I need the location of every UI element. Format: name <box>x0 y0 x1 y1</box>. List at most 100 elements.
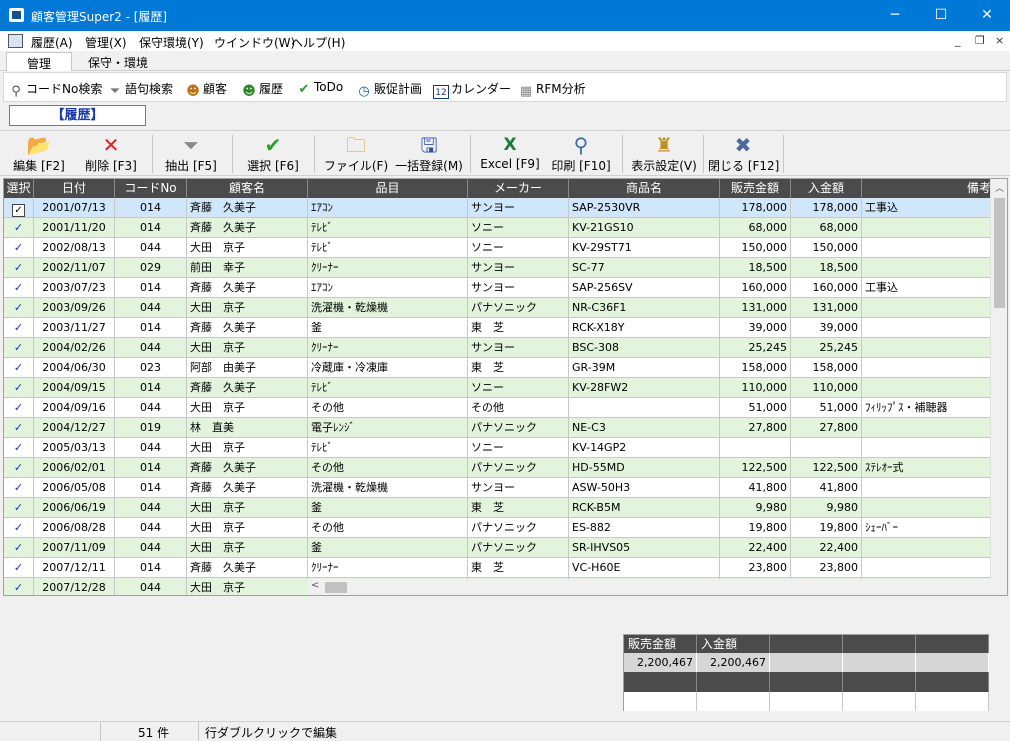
checkbox-checked-icon[interactable]: ✓ <box>12 204 25 217</box>
select-cell[interactable]: ✓ <box>4 378 34 398</box>
table-row[interactable]: ✓ 2001/07/13 014 斉藤 久美子 ｴｱｺﾝ サンヨー SAP-2530VR 17… <box>4 198 994 218</box>
product-name-cell <box>569 398 720 418</box>
select-cell[interactable]: ✓ <box>4 238 34 258</box>
promotion-plan-button[interactable]: ◷ 販促計画 <box>356 80 422 99</box>
horizontal-scrollbar[interactable]: < <box>307 579 1007 595</box>
print-button[interactable]: ⚲ 印刷 [F10] <box>548 133 614 175</box>
extract-button[interactable]: ⏷ 抽出 [F5] <box>160 133 222 175</box>
select-cell[interactable]: ✓ <box>4 298 34 318</box>
select-cell[interactable]: ✓ <box>4 518 34 538</box>
menu-maintenance[interactable]: 保守環境(Y) <box>139 34 204 51</box>
table-row[interactable]: ✓ 2004/06/30 023 阿部 由美子 冷蔵庫・冷凍庫東 芝 GR-39M 158,… <box>4 358 994 378</box>
code-cell: 044 <box>115 338 187 358</box>
column-header-code[interactable]: コードNo <box>115 179 187 198</box>
column-header-date[interactable]: 日付 <box>34 179 115 198</box>
file-button[interactable]: 🗀 ファイル(F) <box>322 133 390 175</box>
customer-name-cell: 大田 京子 <box>187 538 308 558</box>
bulk-register-button[interactable]: 🖫 一括登録(M) <box>394 133 464 175</box>
table-row[interactable]: ✓ 2006/05/08 014 斉藤 久美子 洗濯機・乾燥機 サンヨー ASW-50H3 4… <box>4 478 994 498</box>
menu-manage[interactable]: 管理(X) <box>85 34 127 51</box>
delete-x-icon: ✕ <box>102 133 120 157</box>
mdi-minimize-button[interactable]: _ <box>955 34 961 47</box>
history-grid[interactable]: 選択 日付 コードNo 顧客名 品目 メーカー 商品名 販売金額 入金額 備考 ✓ 2001/07/… <box>3 178 1008 596</box>
select-cell[interactable]: ✓ <box>4 398 34 418</box>
tab-maintenance[interactable]: 保守・環境 <box>78 52 158 71</box>
table-row[interactable]: ✓ 2003/11/27 014 斉藤 久美子釜東 芝 RCK-X18Y 39,000 39… <box>4 318 994 338</box>
select-cell[interactable]: ✓ <box>4 538 34 558</box>
mdi-window-icon[interactable] <box>8 34 23 48</box>
maximize-button[interactable]: ☐ <box>918 0 964 31</box>
mdi-restore-button[interactable]: ❐ <box>975 34 985 47</box>
column-header-sel[interactable]: 選択 <box>4 179 34 198</box>
table-row[interactable]: ✓ 2004/12/27 019 林 直美 電子ﾚﾝｼﾞ パナソニック NE-C3 27,80… <box>4 418 994 438</box>
table-row[interactable]: ✓ 2005/03/13 044 大田 京子 ﾃﾚﾋﾞ ソニー KV-14GP2 <box>4 438 994 458</box>
column-header-maker[interactable]: メーカー <box>468 179 569 198</box>
vertical-scroll-thumb[interactable] <box>994 198 1005 308</box>
menu-help[interactable]: ヘルプ(H) <box>291 34 345 51</box>
select-cell[interactable]: ✓ <box>4 418 34 438</box>
minimize-button[interactable]: ─ <box>872 0 918 31</box>
select-cell[interactable]: ✓ <box>4 458 34 478</box>
edit-button[interactable]: 📂 編集 [F2] <box>8 133 70 175</box>
select-cell[interactable]: ✓ <box>4 338 34 358</box>
todo-button[interactable]: ✔ ToDo <box>296 80 344 97</box>
scroll-left-icon[interactable]: < <box>311 580 319 591</box>
code-search-button[interactable]: ⚲ コードNo検索 <box>8 80 102 99</box>
vertical-scrollbar[interactable]: ︿ ﹀ <box>990 179 1007 595</box>
select-cell[interactable]: ✓ <box>4 438 34 458</box>
history-button[interactable]: ☻ 履歴 <box>241 80 283 99</box>
menu-history[interactable]: 履歴(A) <box>31 34 73 51</box>
table-row[interactable]: ✓ 2002/08/13 044 大田 京子 ﾃﾚﾋﾞ ソニー KV-29ST71 150,0… <box>4 238 994 258</box>
select-cell[interactable]: ✓ <box>4 198 34 218</box>
table-row[interactable]: ✓ 2006/08/28 044 大田 京子 その他 パナソニック ES-882 19,800… <box>4 518 994 538</box>
rfm-analysis-button[interactable]: ▦ RFM分析 <box>518 80 586 99</box>
column-header-item[interactable]: 品目 <box>308 179 468 198</box>
customer-button[interactable]: ☻ 顧客 <box>185 80 227 99</box>
select-cell[interactable]: ✓ <box>4 478 34 498</box>
item-cell: 釜 <box>308 498 468 518</box>
table-row[interactable]: ✓ 2001/11/20 014 斉藤 久美子 ﾃﾚﾋﾞ ソニー KV-21GS10 68,0… <box>4 218 994 238</box>
display-settings-button[interactable]: ♜ 表示設定(V) <box>628 133 700 175</box>
scroll-up-icon[interactable]: ︿ <box>995 181 1004 194</box>
keyword-search-button[interactable]: ⏷ 語句検索 <box>107 80 173 99</box>
table-row[interactable]: ✓ 2006/06/19 044 大田 京子釜東 芝 RCK-B5M 9,980 9,980 <box>4 498 994 518</box>
column-header-product[interactable]: 商品名 <box>569 179 720 198</box>
table-row[interactable]: ✓ 2007/11/09 044 大田 京子釜パナソニック SR-IHVS05 22,40… <box>4 538 994 558</box>
table-row[interactable]: ✓ 2006/02/01 014 斉藤 久美子 その他 パナソニック HD-55MD 122,… <box>4 458 994 478</box>
table-row[interactable]: ✓ 2002/11/07 029 前田 幸子 ｸﾘｰﾅｰ サンヨー SC-77 18,500 1… <box>4 258 994 278</box>
menu-window[interactable]: ウインドウ(W) <box>214 34 295 51</box>
maker-cell: 東 芝 <box>468 358 569 378</box>
column-header-note[interactable]: 備考 <box>862 179 994 198</box>
sales-amount-cell: 158,000 <box>720 358 791 378</box>
calendar-button[interactable]: 12 カレンダー <box>433 80 511 99</box>
delete-button[interactable]: ✕ 削除 [F3] <box>80 133 142 175</box>
select-cell[interactable]: ✓ <box>4 358 34 378</box>
select-cell[interactable]: ✓ <box>4 218 34 238</box>
column-header-name[interactable]: 顧客名 <box>187 179 308 198</box>
excel-icon: X <box>503 135 517 155</box>
close-window-button[interactable]: ✖ 閉じる [F12] <box>708 133 779 175</box>
close-button[interactable]: ✕ <box>964 0 1010 31</box>
column-header-sales[interactable]: 販売金額 <box>720 179 791 198</box>
table-row[interactable]: ✓ 2003/07/23 014 斉藤 久美子 ｴｱｺﾝ サンヨー SAP-256SV 160… <box>4 278 994 298</box>
select-cell[interactable]: ✓ <box>4 318 34 338</box>
column-header-paid[interactable]: 入金額 <box>791 179 862 198</box>
select-cell[interactable]: ✓ <box>4 558 34 578</box>
excel-button[interactable]: X Excel [F9] <box>478 133 542 175</box>
select-cell[interactable]: ✓ <box>4 578 34 595</box>
table-row[interactable]: ✓ 2004/09/15 014 斉藤 久美子 ﾃﾚﾋﾞ ソニー KV-28FW2 110,0… <box>4 378 994 398</box>
table-row[interactable]: ✓ 2004/02/26 044 大田 京子 ｸﾘｰﾅｰ サンヨー BSC-308 25,24… <box>4 338 994 358</box>
mdi-close-button[interactable]: × <box>995 34 1004 47</box>
tab-manage[interactable]: 管理 <box>6 52 72 71</box>
table-row[interactable]: ✓ 2007/12/11 014 斉藤 久美子 ｸﾘｰﾅｰ東 芝 VC-H60E 23,80… <box>4 558 994 578</box>
select-cell[interactable]: ✓ <box>4 258 34 278</box>
file-icon: 🗀 <box>346 133 366 157</box>
select-cell[interactable]: ✓ <box>4 498 34 518</box>
select-button[interactable]: ✔ 選択 [F6] <box>242 133 304 175</box>
select-cell[interactable]: ✓ <box>4 278 34 298</box>
table-row[interactable]: ✓ 2003/09/26 044 大田 京子 洗濯機・乾燥機 パナソニック NR-C36F1… <box>4 298 994 318</box>
check-icon: ✔ <box>264 133 282 157</box>
table-row[interactable]: ✓ 2004/09/16 044 大田 京子 その他 その他 51,000 51,000 ﾌｨﾘ… <box>4 398 994 418</box>
product-name-cell: VC-H60E <box>569 558 720 578</box>
horizontal-scroll-thumb[interactable] <box>325 582 347 593</box>
